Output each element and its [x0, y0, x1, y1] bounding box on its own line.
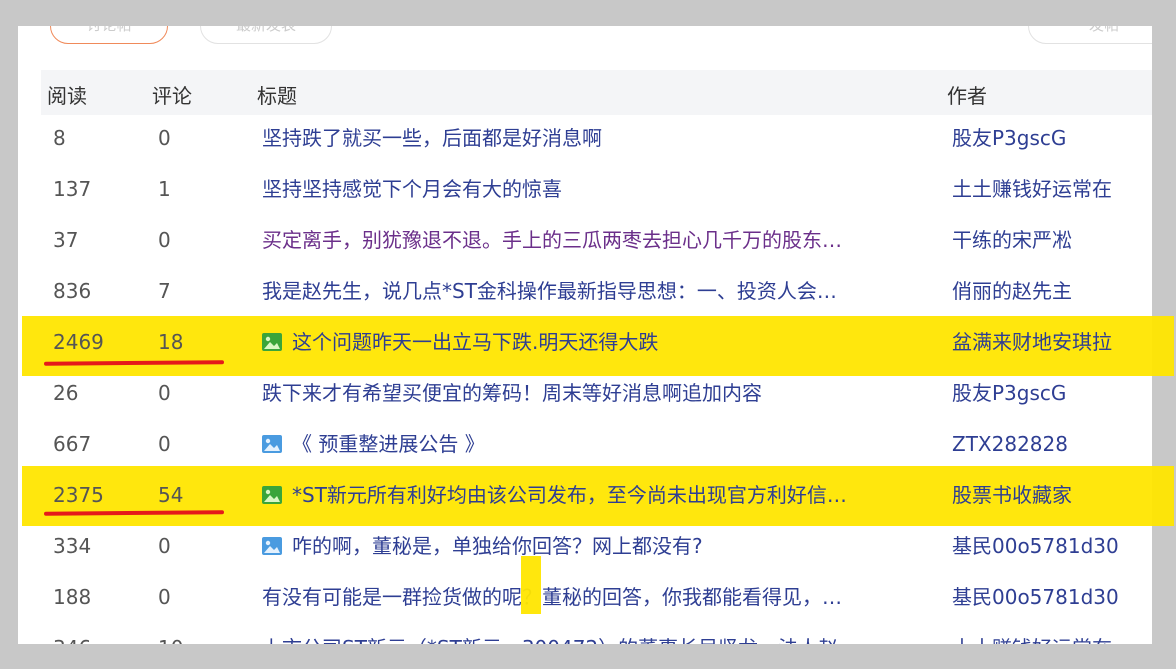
- author-link[interactable]: 俏丽的赵先主: [952, 278, 1132, 304]
- author-link[interactable]: 股票书收藏家: [952, 482, 1132, 508]
- author-link[interactable]: 土土赚钱好运常在: [952, 176, 1132, 202]
- post-title-text: 上市公司ST新元（*ST新元，300472）的董事长吴坚龙、法人赵…: [262, 636, 858, 644]
- read-count: 667: [53, 432, 92, 456]
- table-row[interactable]: 334 0 咋的啊，董秘是，单独给你回答？网上都没有? 基民00o5781d30: [18, 523, 1134, 574]
- image-blue-icon: [262, 435, 282, 453]
- post-title-link[interactable]: 坚持跌了就买一些，后面都是好消息啊: [262, 125, 922, 151]
- author-link[interactable]: 基民00o5781d30: [952, 533, 1132, 559]
- read-count: 8: [53, 126, 66, 150]
- table-row[interactable]: 37 0 买定离手，别犹豫退不退。手上的三瓜两枣去担心几千万的股东… 干练的宋严凇: [18, 217, 1134, 268]
- post-title-link[interactable]: 咋的啊，董秘是，单独给你回答？网上都没有?: [262, 533, 922, 559]
- author-link[interactable]: 盆满来财地安琪拉: [952, 329, 1132, 355]
- read-count: 2469: [53, 330, 104, 354]
- header-read: 阅读: [47, 84, 87, 108]
- image-blue-icon: [262, 537, 282, 555]
- read-count: 346: [53, 635, 91, 644]
- post-title-text: 咋的啊，董秘是，单独给你回答？网上都没有?: [292, 534, 703, 558]
- post-title-link[interactable]: 坚持坚持感觉下个月会有大的惊喜: [262, 176, 922, 202]
- read-count: 334: [53, 534, 92, 558]
- read-count: 836: [53, 279, 92, 303]
- post-title-link[interactable]: *ST新元所有利好均由该公司发布，至今尚未出现官方利好信…: [262, 482, 922, 508]
- read-count: 188: [53, 585, 92, 609]
- read-count: 37: [53, 228, 79, 252]
- comment-count: 0: [158, 585, 171, 609]
- comment-count: 54: [158, 483, 184, 507]
- filter-tab-discussion[interactable]: 讨论帖: [50, 26, 168, 44]
- read-count: 137: [53, 177, 92, 201]
- comment-count: 0: [158, 432, 171, 456]
- comment-count: 0: [158, 534, 171, 558]
- comment-count: 1: [158, 177, 171, 201]
- post-title-link[interactable]: 我是赵先生，说几点*ST金科操作最新指导思想：一、投资人会…: [262, 278, 922, 304]
- post-title-link[interactable]: 买定离手，别犹豫退不退。手上的三瓜两枣去担心几千万的股东…: [262, 227, 922, 253]
- post-title-text: 我是赵先生，说几点*ST金科操作最新指导思想：一、投资人会…: [262, 279, 837, 303]
- post-title-text: 跌下来才有希望买便宜的筹码！周末等好消息啊追加内容: [262, 381, 762, 405]
- table-row[interactable]: 667 0 《 预重整进展公告 》 ZTX282828: [18, 421, 1134, 472]
- author-link[interactable]: 股友P3gscG: [952, 380, 1132, 406]
- post-title-link[interactable]: 这个问题昨天一出立马下跌.明天还得大跌: [262, 329, 922, 355]
- table-row[interactable]: 26 0 跌下来才有希望买便宜的筹码！周末等好消息啊追加内容 股友P3gscG: [18, 370, 1134, 421]
- comment-count: 0: [158, 228, 171, 252]
- author-link[interactable]: 股友P3gscG: [952, 125, 1132, 151]
- table-row[interactable]: 188 0 有没有可能是一群捡货做的呢？董秘的回答，你我都能看得见，… 基民00o57…: [18, 574, 1134, 625]
- image-green-icon: [262, 333, 282, 351]
- header-title: 标题: [257, 84, 297, 108]
- post-title-text: 买定离手，别犹豫退不退。手上的三瓜两枣去担心几千万的股东…: [262, 228, 842, 252]
- comment-count: 0: [158, 381, 171, 405]
- table-row[interactable]: 2375 54 *ST新元所有利好均由该公司发布，至今尚未出现官方利好信… 股票书收藏…: [0, 472, 1134, 523]
- post-title-text: *ST新元所有利好均由该公司发布，至今尚未出现官方利好信…: [292, 483, 847, 507]
- post-title-text: 坚持跌了就买一些，后面都是好消息啊: [262, 126, 602, 150]
- post-title-text: 这个问题昨天一出立马下跌.明天还得大跌: [292, 330, 659, 354]
- table-row[interactable]: 8 0 坚持跌了就买一些，后面都是好消息啊 股友P3gscG: [18, 115, 1134, 166]
- post-title-link[interactable]: 上市公司ST新元（*ST新元，300472）的董事长吴坚龙、法人赵…: [262, 635, 922, 644]
- post-title-text: 坚持坚持感觉下个月会有大的惊喜: [262, 177, 562, 201]
- author-link[interactable]: ZTX282828: [952, 431, 1132, 457]
- post-title-link[interactable]: 有没有可能是一群捡货做的呢？董秘的回答，你我都能看得见，…: [262, 584, 922, 610]
- filter-tab-label: 最新发表: [201, 26, 331, 43]
- table-row[interactable]: 137 1 坚持坚持感觉下个月会有大的惊喜 土土赚钱好运常在: [18, 166, 1134, 217]
- post-button-label: 发帖: [1029, 26, 1152, 43]
- table-row[interactable]: 346 10 上市公司ST新元（*ST新元，300472）的董事长吴坚龙、法人赵… 土…: [18, 625, 1134, 644]
- post-title-text: 《 预重整进展公告 》: [292, 432, 485, 456]
- comment-count: 10: [158, 635, 183, 644]
- author-link[interactable]: 干练的宋严凇: [952, 227, 1132, 253]
- table-row[interactable]: 836 7 我是赵先生，说几点*ST金科操作最新指导思想：一、投资人会… 俏丽的赵先主: [18, 268, 1134, 319]
- image-green-icon: [262, 486, 282, 504]
- post-button[interactable]: 发帖: [1028, 26, 1152, 44]
- header-comment: 评论: [152, 84, 192, 108]
- read-count: 26: [53, 381, 79, 405]
- header-author: 作者: [947, 84, 987, 108]
- read-count: 2375: [53, 483, 104, 507]
- marker-highlight: [521, 556, 541, 614]
- filter-tab-label: 讨论帖: [51, 26, 167, 43]
- author-link[interactable]: 基民00o5781d30: [952, 584, 1132, 610]
- post-title-text: 有没有可能是一群捡货做的呢？董秘的回答，你我都能看得见，…: [262, 585, 842, 609]
- post-title-link[interactable]: 《 预重整进展公告 》: [262, 431, 922, 457]
- filter-tab-latest[interactable]: 最新发表: [200, 26, 332, 44]
- author-link[interactable]: 土土赚钱好运常在: [952, 635, 1132, 644]
- post-title-link[interactable]: 跌下来才有希望买便宜的筹码！周末等好消息啊追加内容: [262, 380, 922, 406]
- comment-count: 0: [158, 126, 171, 150]
- comment-count: 7: [158, 279, 171, 303]
- comment-count: 18: [158, 330, 184, 354]
- table-header: 阅读 评论 标题 作者: [41, 70, 1152, 115]
